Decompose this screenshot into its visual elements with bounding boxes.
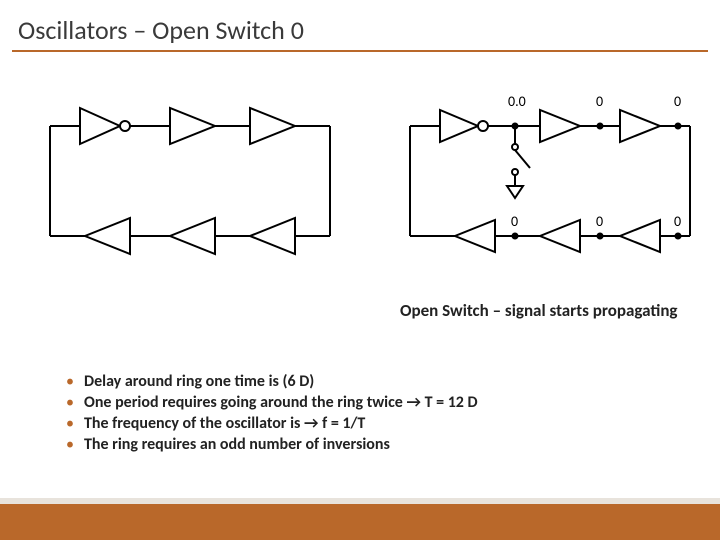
title-underline [12, 50, 708, 52]
node-label: 0.0 [508, 93, 526, 110]
buffer-icon [170, 218, 215, 254]
buffer-icon [540, 110, 580, 142]
buffer-icon [85, 218, 130, 254]
ground-icon [507, 186, 523, 198]
list-item: •Delay around ring one time is (6 D) [66, 372, 478, 391]
buffer-icon [250, 108, 295, 144]
list-item: •The ring requires an odd number of inve… [66, 435, 478, 454]
buffer-icon [170, 108, 215, 144]
node-label: 0 [674, 213, 681, 230]
ring-oscillator-right: 0.0 0 0 0 0 0 [380, 86, 720, 276]
bullet-text: Delay around ring one time is (6 D) [84, 372, 314, 391]
inverter-icon [440, 110, 488, 142]
bullet-text: The ring requires an odd number of inver… [84, 435, 390, 454]
diagram-caption: Open Switch – signal starts propagating [400, 300, 678, 321]
bullet-text: The frequency of the oscillator is → f =… [84, 414, 365, 433]
bullet-text: One period requires going around the rin… [84, 393, 478, 412]
buffer-icon [540, 220, 580, 252]
node-label: 0 [596, 213, 603, 230]
inverter-icon [80, 108, 130, 144]
footer-bar [0, 504, 720, 540]
node-label: 0 [511, 213, 518, 230]
buffer-icon [620, 220, 660, 252]
slide-title: Oscillators – Open Switch 0 [18, 14, 304, 46]
list-item: •One period requires going around the ri… [66, 393, 478, 412]
buffer-icon [250, 218, 295, 254]
open-switch-icon [512, 126, 530, 186]
node-label: 0 [596, 93, 603, 110]
bullet-list: •Delay around ring one time is (6 D) •On… [66, 370, 478, 456]
slide: Oscillators – Open Switch 0 [0, 0, 720, 540]
list-item: •The frequency of the oscillator is → f … [66, 414, 478, 433]
buffer-icon [620, 110, 660, 142]
ring-oscillator-left [20, 86, 360, 276]
diagram-area: 0.0 0 0 0 0 0 [0, 86, 720, 276]
buffer-icon [455, 220, 495, 252]
node-label: 0 [674, 93, 681, 110]
